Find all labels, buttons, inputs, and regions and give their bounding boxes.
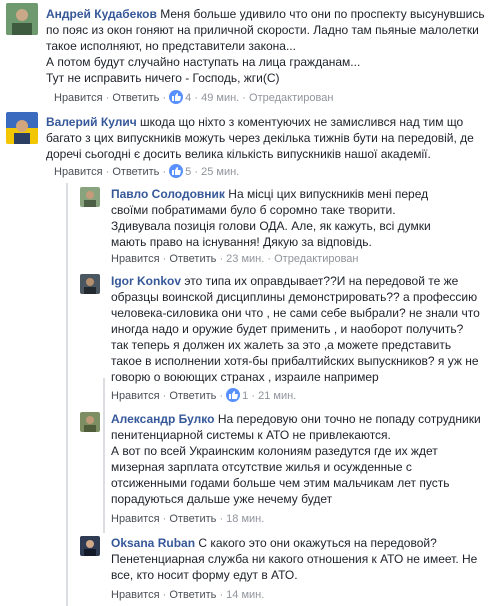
edited-label[interactable]: Отредактирован (249, 92, 333, 104)
comment-actions: Нравится · Ответить · 14 мин. (111, 588, 264, 602)
separator: · (162, 513, 167, 525)
separator: · (105, 92, 110, 104)
separator: · (219, 390, 224, 402)
comment-author[interactable]: Oksana Ruban (111, 536, 195, 550)
comment-text: На передовую они точно не попаду сотрудн… (111, 412, 481, 506)
separator: · (162, 589, 167, 601)
avatar-image (80, 187, 100, 207)
separator: · (219, 589, 224, 601)
reply-button[interactable]: Ответить (169, 513, 216, 525)
like-button[interactable]: Нравится (111, 513, 160, 525)
separator: · (162, 253, 167, 265)
separator: · (219, 253, 224, 265)
comment-time[interactable]: 49 мин. (201, 92, 239, 104)
like-button[interactable]: Нравится (111, 589, 160, 601)
reply-button[interactable]: Ответить (112, 92, 159, 104)
reply-thread-line-nested (103, 378, 105, 533)
reply-button[interactable]: Ответить (169, 253, 216, 265)
reply-button[interactable]: Ответить (112, 166, 159, 178)
reply-button[interactable]: Ответить (169, 589, 216, 601)
reply-button[interactable]: Ответить (169, 390, 216, 402)
comment-author[interactable]: Валерий Кулич (46, 115, 137, 129)
avatar[interactable] (80, 274, 100, 294)
separator: · (105, 166, 110, 178)
separator: · (162, 390, 167, 402)
comment-body: Андрей Кудабеков Меня больше удивило что… (46, 6, 486, 86)
like-button[interactable]: Нравится (111, 253, 160, 265)
comment-text: это типа их оправдывает??И на передовой … (111, 274, 484, 384)
separator: · (267, 253, 272, 265)
avatar[interactable] (80, 187, 100, 207)
avatar[interactable] (6, 3, 38, 35)
comment-author[interactable]: Андрей Кудабеков (46, 7, 157, 21)
avatar-image (80, 274, 100, 294)
comments-panel: { "actions": { "like": "Нравится", "repl… (0, 0, 497, 606)
edited-label[interactable]: Отредактирован (274, 253, 358, 265)
like-icon[interactable] (169, 90, 184, 104)
comment-body: Oksana Ruban С какого это они окажуться … (111, 535, 483, 583)
like-icon[interactable] (226, 388, 241, 402)
comment-body: Igor Konkov это типа их оправдывает??И н… (111, 273, 483, 385)
like-button[interactable]: Нравится (111, 390, 160, 402)
separator: · (162, 166, 167, 178)
comment-body: Павло Солодовник На місці цих випускникі… (111, 186, 431, 250)
avatar-image (80, 536, 100, 556)
comment-time[interactable]: 18 мин. (226, 513, 264, 525)
comment-actions: Нравится · Ответить · 18 мин. (111, 512, 264, 526)
comment-body: Александр Булко На передовую они точно н… (111, 411, 483, 507)
reply-thread-line (66, 183, 68, 606)
like-button[interactable]: Нравится (54, 166, 103, 178)
separator: · (194, 166, 199, 178)
like-count: 1 (242, 390, 249, 402)
comment-author[interactable]: Павло Солодовник (111, 187, 225, 201)
like-count: 5 (185, 166, 192, 178)
avatar-image (6, 112, 38, 144)
separator: · (242, 92, 246, 104)
avatar-image (80, 412, 100, 432)
comment-time[interactable]: 14 мин. (226, 589, 264, 601)
comment-body: Валерий Кулич шкода що ніхто з коментуюч… (46, 114, 486, 162)
like-button[interactable]: Нравится (54, 92, 103, 104)
avatar[interactable] (80, 536, 100, 556)
separator: · (162, 92, 167, 104)
separator: · (194, 92, 199, 104)
comment-time[interactable]: 23 мин. (226, 253, 264, 265)
avatar[interactable] (80, 412, 100, 432)
comment-author[interactable]: Александр Булко (111, 412, 214, 426)
comment-actions: Нравится · Ответить · 4 · 49 мин. · Отре… (54, 90, 333, 105)
separator: · (251, 390, 256, 402)
like-count: 4 (185, 92, 192, 104)
comment-actions: Нравится · Ответить · 23 мин. · Отредакт… (111, 252, 359, 266)
comment-time[interactable]: 25 мин. (201, 166, 239, 178)
comment-actions: Нравится · Ответить · 5 · 25 мин. (54, 164, 239, 179)
avatar-image (6, 3, 38, 35)
comment-actions: Нравится · Ответить · 1 · 21 мин. (111, 388, 296, 403)
comment-time[interactable]: 21 мин. (258, 390, 296, 402)
like-icon[interactable] (169, 164, 184, 178)
comment-author[interactable]: Igor Konkov (111, 274, 181, 288)
avatar[interactable] (6, 112, 38, 144)
separator: · (219, 513, 224, 525)
